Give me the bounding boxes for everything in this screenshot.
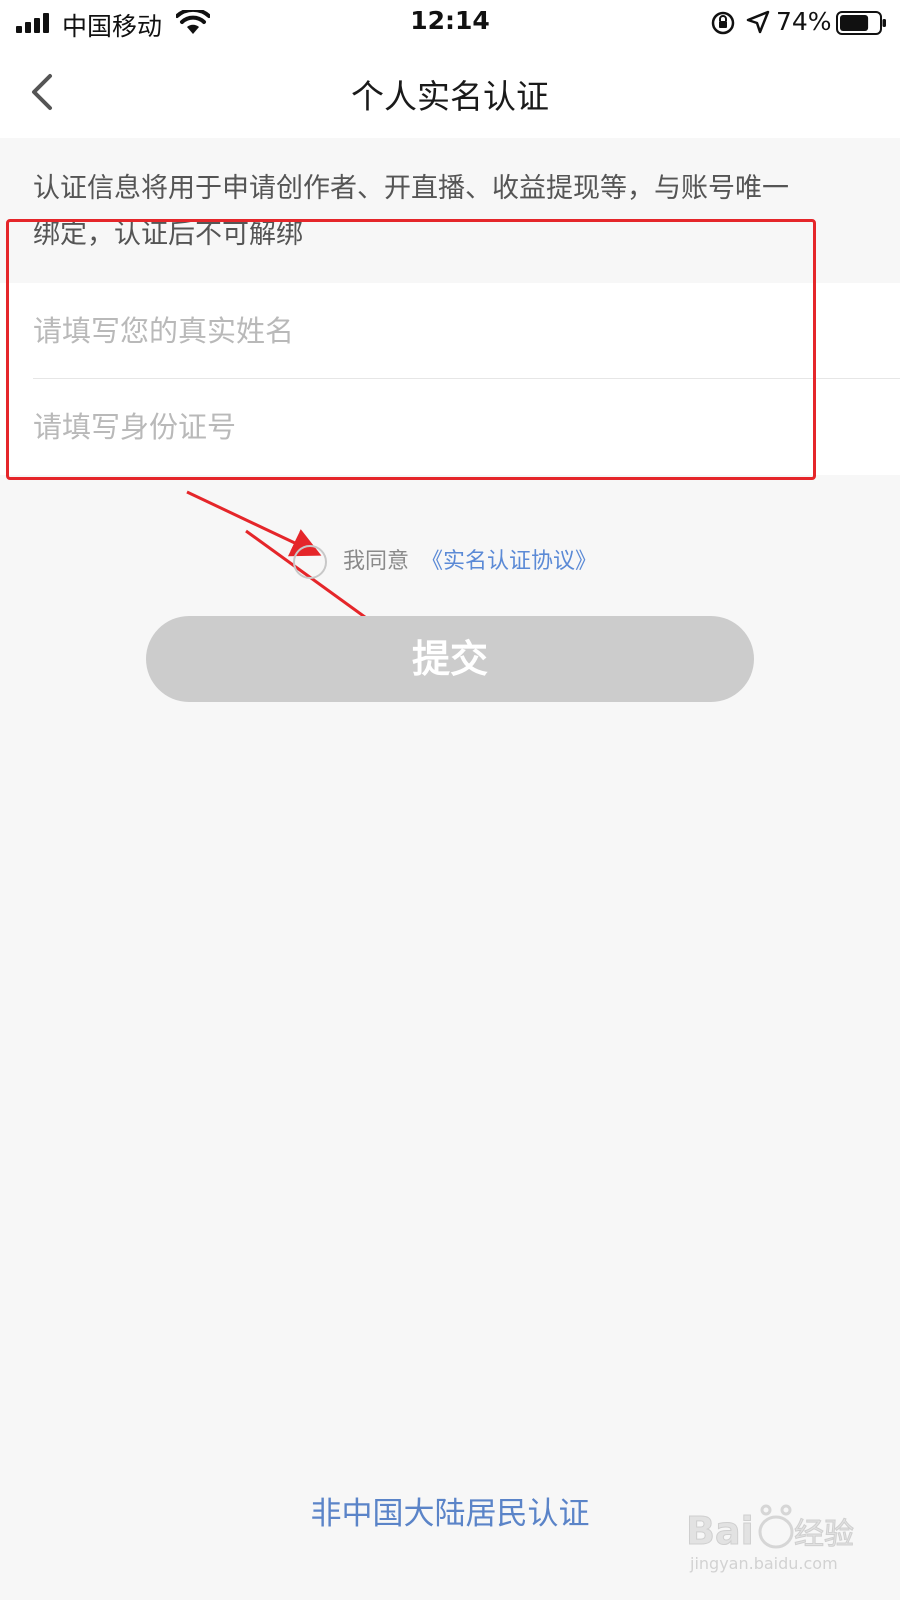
- nav-bar: 个人实名认证: [0, 46, 900, 138]
- real-name-input[interactable]: 请填写您的真实姓名: [33, 283, 900, 379]
- status-bar: 中国移动 12:14 74%: [0, 0, 900, 46]
- battery-percent: 74%: [776, 7, 832, 36]
- location-icon: [746, 10, 770, 34]
- notice-line-2: 绑定，认证后不可解绑: [33, 219, 303, 250]
- agreement-link[interactable]: 《实名认证协议》: [421, 546, 597, 578]
- submit-button[interactable]: 提交: [146, 616, 754, 702]
- watermark-url: jingyan.baidu.com: [690, 1554, 838, 1573]
- notice-line-1: 认证信息将用于申请创作者、开直播、收益提现等，与账号唯一: [33, 173, 789, 204]
- agree-label: 我同意: [343, 549, 410, 574]
- battery-icon: [836, 11, 886, 35]
- svg-text:经验: 经验: [794, 1517, 854, 1552]
- agree-checkbox[interactable]: [293, 545, 327, 579]
- arrow-to-checkbox: [186, 490, 322, 557]
- page-title: 个人实名认证: [351, 77, 549, 116]
- svg-text:Bai: Bai: [686, 1509, 754, 1553]
- id-number-input[interactable]: 请填写身份证号: [33, 379, 900, 475]
- rotation-lock-icon: [711, 11, 735, 35]
- identity-form: 请填写您的真实姓名 请填写身份证号: [0, 283, 900, 475]
- verification-notice: 认证信息将用于申请创作者、开直播、收益提现等，与账号唯一 绑定，认证后不可解绑: [33, 166, 853, 258]
